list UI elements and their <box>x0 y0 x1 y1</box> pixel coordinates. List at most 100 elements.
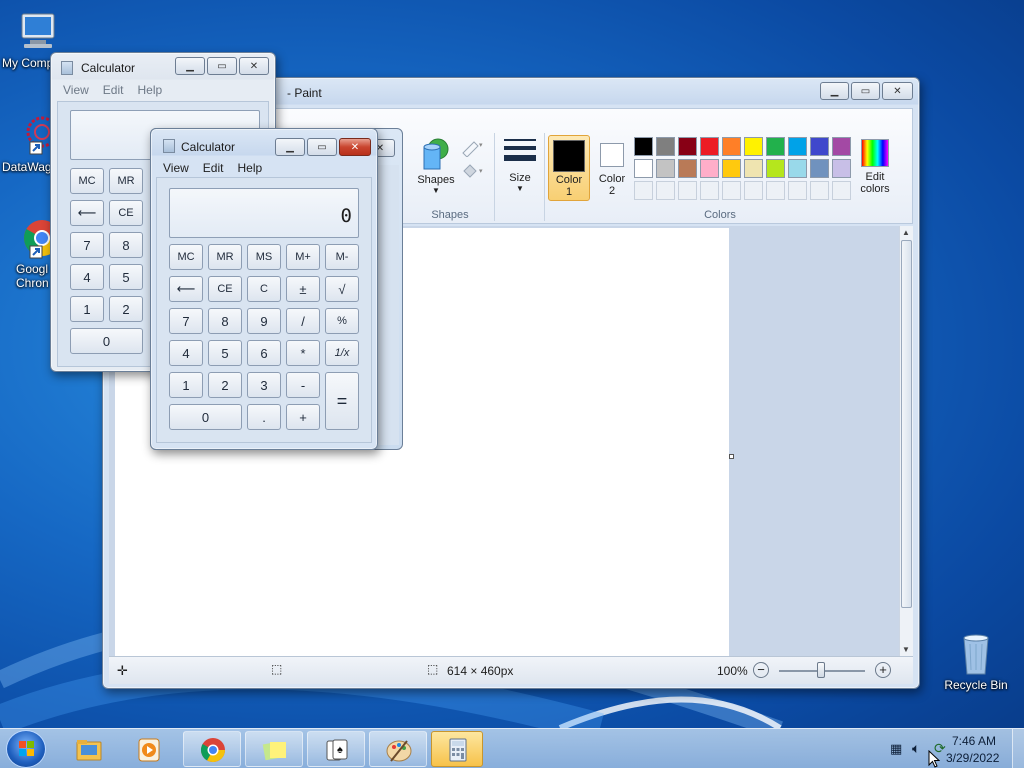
key-percent[interactable]: % <box>325 308 359 334</box>
minimize-button[interactable]: ▁ <box>820 82 849 100</box>
key-divide[interactable]: / <box>286 308 320 334</box>
custom-color-slot[interactable] <box>634 181 653 200</box>
key-6[interactable]: 6 <box>247 340 281 366</box>
palette-swatch[interactable] <box>656 137 675 156</box>
key-5[interactable]: 5 <box>208 340 242 366</box>
scroll-thumb[interactable] <box>901 240 912 608</box>
scroll-down-icon[interactable]: ▼ <box>902 645 910 654</box>
scroll-up-icon[interactable]: ▲ <box>902 228 910 237</box>
palette-swatch[interactable] <box>678 137 697 156</box>
key-m-plus[interactable]: M+ <box>286 244 320 270</box>
network-icon[interactable]: ▦ <box>890 741 902 757</box>
palette-swatch[interactable] <box>678 159 697 178</box>
key-0[interactable]: 0 <box>70 328 143 354</box>
menu-view[interactable]: View <box>163 161 189 175</box>
key-equals[interactable]: = <box>325 372 359 430</box>
key-7[interactable]: 7 <box>169 308 203 334</box>
custom-color-slot[interactable] <box>810 181 829 200</box>
maximize-button[interactable]: ▭ <box>851 82 880 100</box>
palette-swatch[interactable] <box>722 159 741 178</box>
key-3[interactable]: 3 <box>247 372 281 398</box>
minimize-button[interactable]: ▁ <box>275 138 305 156</box>
calculator-window-active[interactable]: Calculator ▁ ▭ ✕ View Edit Help 0 MC MR … <box>150 128 378 450</box>
taskbar-media-player[interactable] <box>120 731 178 767</box>
maximize-button[interactable]: ▭ <box>207 57 237 75</box>
clock-time[interactable]: 7:46 AM <box>952 734 996 748</box>
key-2[interactable]: 2 <box>109 296 143 322</box>
custom-color-slot[interactable] <box>722 181 741 200</box>
close-button[interactable]: ✕ <box>882 82 913 100</box>
zoom-in-button[interactable]: + <box>875 662 891 678</box>
shapes-button[interactable]: Shapes ▼ <box>414 137 458 201</box>
maximize-button[interactable]: ▭ <box>307 138 337 156</box>
key-c[interactable]: C <box>247 276 281 302</box>
key-ce[interactable]: CE <box>109 200 143 226</box>
calculator-titlebar[interactable]: Calculator ▁ ▭ ✕ <box>51 53 275 81</box>
custom-color-slot[interactable] <box>656 181 675 200</box>
custom-color-slot[interactable] <box>788 181 807 200</box>
key-subtract[interactable]: - <box>286 372 320 398</box>
key-reciprocal[interactable]: 1/x <box>325 340 359 366</box>
palette-swatch[interactable] <box>744 159 763 178</box>
palette-swatch[interactable] <box>810 159 829 178</box>
key-multiply[interactable]: * <box>286 340 320 366</box>
palette-swatch[interactable] <box>744 137 763 156</box>
key-5[interactable]: 5 <box>109 264 143 290</box>
clock-date[interactable]: 3/29/2022 <box>946 751 999 765</box>
taskbar-paint[interactable] <box>369 731 427 767</box>
key-2[interactable]: 2 <box>208 372 242 398</box>
key-mr[interactable]: MR <box>109 168 143 194</box>
menu-edit[interactable]: Edit <box>203 161 224 175</box>
palette-swatch[interactable] <box>832 159 851 178</box>
color2-button[interactable]: Color 2 <box>594 135 630 201</box>
key-backspace[interactable]: ⟵ <box>169 276 203 302</box>
desktop-icon-recycle-bin[interactable]: Recycle Bin <box>936 632 1016 692</box>
close-button[interactable]: ✕ <box>339 138 371 156</box>
key-4[interactable]: 4 <box>70 264 104 290</box>
calculator-titlebar[interactable]: Calculator ▁ ▭ ✕ <box>151 129 377 157</box>
taskbar-calculator[interactable] <box>431 731 483 767</box>
key-0[interactable]: 0 <box>169 404 242 430</box>
palette-swatch[interactable] <box>810 137 829 156</box>
palette-swatch[interactable] <box>788 137 807 156</box>
start-button[interactable] <box>6 730 46 768</box>
palette-swatch[interactable] <box>722 137 741 156</box>
volume-icon[interactable]: 🔈︎ <box>912 740 920 757</box>
zoom-slider-thumb[interactable] <box>817 662 825 678</box>
key-backspace[interactable]: ⟵ <box>70 200 104 226</box>
key-add[interactable]: + <box>286 404 320 430</box>
outline-button[interactable]: ▾ <box>460 139 486 158</box>
minimize-button[interactable]: ▁ <box>175 57 205 75</box>
custom-color-slot[interactable] <box>766 181 785 200</box>
vertical-scrollbar[interactable]: ▲ ▼ <box>899 226 913 656</box>
menu-edit[interactable]: Edit <box>103 83 124 97</box>
palette-swatch[interactable] <box>788 159 807 178</box>
size-button[interactable]: Size ▼ <box>502 137 538 201</box>
custom-color-slot[interactable] <box>700 181 719 200</box>
taskbar-sticky-notes[interactable] <box>245 731 303 767</box>
palette-swatch[interactable] <box>634 137 653 156</box>
key-mr[interactable]: MR <box>208 244 242 270</box>
key-ce[interactable]: CE <box>208 276 242 302</box>
key-8[interactable]: 8 <box>208 308 242 334</box>
palette-swatch[interactable] <box>766 159 785 178</box>
key-sqrt[interactable]: √ <box>325 276 359 302</box>
palette-swatch[interactable] <box>656 159 675 178</box>
custom-color-slot[interactable] <box>678 181 697 200</box>
taskbar-chrome[interactable] <box>183 731 241 767</box>
zoom-out-button[interactable]: − <box>753 662 769 678</box>
key-8[interactable]: 8 <box>109 232 143 258</box>
key-4[interactable]: 4 <box>169 340 203 366</box>
menu-view[interactable]: View <box>63 83 89 97</box>
key-mc[interactable]: MC <box>70 168 104 194</box>
resize-handle[interactable] <box>729 454 734 459</box>
palette-swatch[interactable] <box>832 137 851 156</box>
palette-swatch[interactable] <box>766 137 785 156</box>
custom-color-slot[interactable] <box>832 181 851 200</box>
taskbar-explorer[interactable] <box>60 731 118 767</box>
key-7[interactable]: 7 <box>70 232 104 258</box>
key-9[interactable]: 9 <box>247 308 281 334</box>
color1-button[interactable]: Color 1 <box>548 135 590 201</box>
show-desktop-button[interactable] <box>1012 729 1024 768</box>
palette-swatch[interactable] <box>700 137 719 156</box>
